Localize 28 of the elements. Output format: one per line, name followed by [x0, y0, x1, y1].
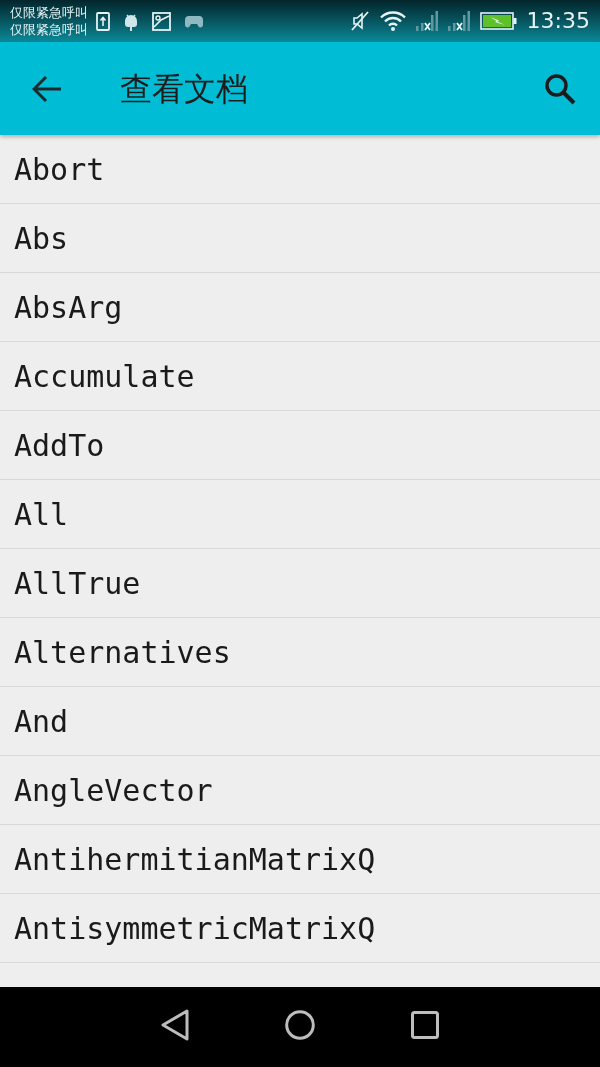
back-icon[interactable] — [161, 1009, 189, 1041]
list-item[interactable]: AngleVector — [0, 756, 600, 825]
list-item[interactable]: All — [0, 480, 600, 549]
clock-time: 13:35 — [526, 10, 590, 32]
muted-speaker-icon — [349, 11, 370, 31]
home-icon[interactable] — [285, 1010, 315, 1040]
image-icon — [152, 11, 171, 31]
recents-icon[interactable] — [411, 1011, 439, 1039]
list-item[interactable]: AbsArg — [0, 273, 600, 342]
list-item[interactable]: Accumulate — [0, 342, 600, 411]
list-item[interactable]: AllTrue — [0, 549, 600, 618]
list-item[interactable]: Alternatives — [0, 618, 600, 687]
page-title: 查看文档 — [120, 72, 248, 105]
list-item[interactable]: AntihermitianMatrixQ — [0, 825, 600, 894]
wifi-icon — [379, 11, 406, 31]
list-item[interactable]: Abort — [0, 135, 600, 204]
carrier-label: 仅限紧急呼叫 — [10, 4, 88, 21]
search-icon — [544, 72, 576, 105]
list-item[interactable]: AntisymmetricMatrixQ — [0, 894, 600, 963]
back-arrow-icon — [32, 74, 62, 103]
list-item[interactable]: AddTo — [0, 411, 600, 480]
gamepad-icon — [185, 14, 203, 28]
signal-icon — [415, 11, 438, 31]
list-item[interactable]: Abs — [0, 204, 600, 273]
upload-icon — [96, 11, 110, 31]
list-item[interactable]: And — [0, 687, 600, 756]
signal-icon — [447, 11, 470, 31]
carrier-label: 仅限紧急呼叫 — [10, 21, 88, 38]
